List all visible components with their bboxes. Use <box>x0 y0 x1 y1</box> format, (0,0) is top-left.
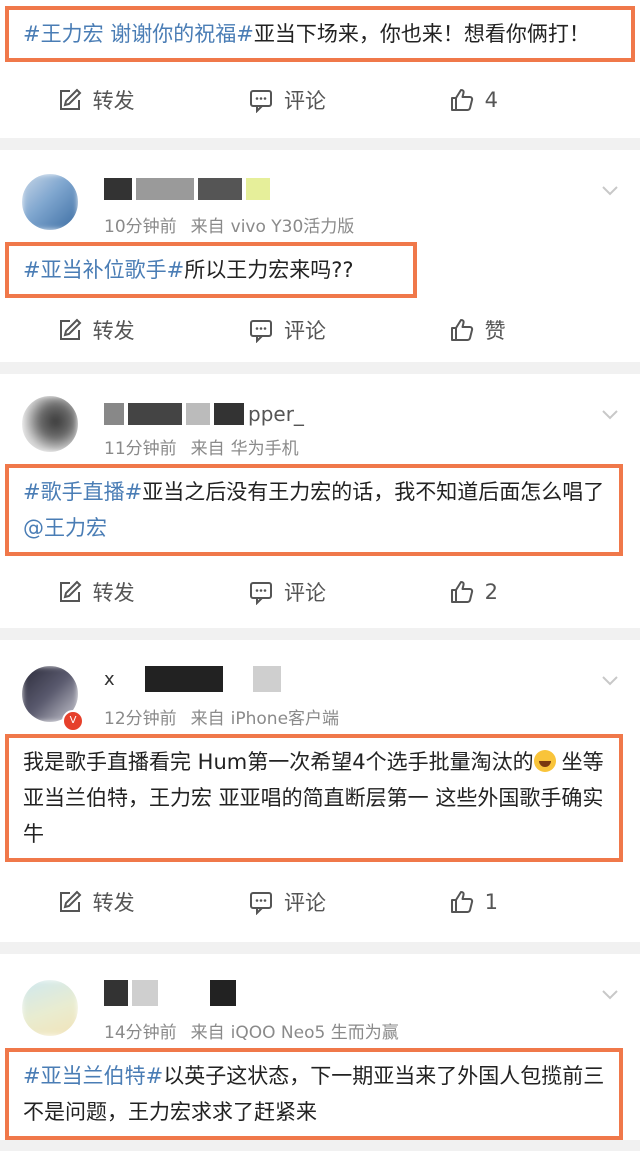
repost-button[interactable]: 转发 <box>0 577 191 607</box>
like-button[interactable]: 1 <box>383 889 640 915</box>
like-button[interactable]: 2 <box>383 579 640 605</box>
post-text: #歌手直播#亚当之后没有王力宏的话，我不知道后面怎么唱了 @王力宏 <box>5 464 623 556</box>
source-label: 来自 <box>190 1023 225 1043</box>
repost-label: 转发 <box>92 581 135 605</box>
verified-badge: V <box>62 710 84 732</box>
thumbs-up-icon <box>450 891 473 913</box>
like-label: 赞 <box>484 319 506 343</box>
comment-button[interactable]: 评论 <box>191 887 382 917</box>
repost-button[interactable]: 转发 <box>0 887 191 917</box>
action-bar: 转发 评论 1 <box>0 862 640 942</box>
thumbs-up-icon <box>450 89 473 111</box>
like-count: 4 <box>484 88 499 112</box>
avatar[interactable] <box>22 174 78 230</box>
source-label: 来自 <box>190 709 225 729</box>
comment-icon <box>249 90 272 113</box>
comment-label: 评论 <box>283 581 326 605</box>
post-body-text: 所以王力宏来吗?? <box>184 258 354 282</box>
thumbs-up-icon <box>450 581 473 603</box>
post-time: 14分钟前 <box>104 1023 177 1043</box>
post-body-text: 亚当下场来，你也来！想看你俩打！ <box>253 22 590 46</box>
avatar[interactable] <box>22 396 78 452</box>
comment-icon <box>249 582 272 605</box>
post-text: 我是歌手直播看完 Hum第一次希望4个选手批量淘汰的 坐等亚当兰伯特，王力宏 亚亚… <box>5 734 623 862</box>
comment-label: 评论 <box>283 319 326 343</box>
comment-icon <box>249 892 272 915</box>
username-fragment: pper_ <box>248 402 304 426</box>
username[interactable]: x <box>104 666 285 692</box>
comment-icon <box>249 320 272 343</box>
post-text: #亚当兰伯特#以英子这状态，下一期亚当来了外国人包揽前三不是问题，王力宏求求了赶… <box>5 1048 623 1140</box>
avatar[interactable] <box>22 980 78 1036</box>
chevron-down-icon[interactable] <box>600 670 620 690</box>
comment-button[interactable]: 评论 <box>191 85 382 115</box>
username-fragment: x <box>104 668 115 690</box>
comment-button[interactable]: 评论 <box>191 315 382 345</box>
hashtag-link[interactable]: #歌手直播# <box>23 480 142 504</box>
repost-label: 转发 <box>92 891 135 915</box>
feed: #王力宏 谢谢你的祝福#亚当下场来，你也来！想看你俩打！ 转发 评论 4 10分… <box>0 0 640 1140</box>
chevron-down-icon[interactable] <box>600 404 620 424</box>
post-time: 10分钟前 <box>104 217 177 237</box>
post-meta: 10分钟前 来自 vivo Y30活力版 <box>104 212 354 237</box>
post-meta: 11分钟前 来自 华为手机 <box>104 434 299 459</box>
chevron-down-icon[interactable] <box>600 984 620 1004</box>
post-card: 10分钟前 来自 vivo Y30活力版 #亚当补位歌手#所以王力宏来吗?? 转发 … <box>0 150 640 362</box>
repost-icon <box>59 318 82 340</box>
action-bar: 转发 评论 2 <box>0 556 640 628</box>
action-bar: 转发 评论 4 <box>0 62 640 138</box>
action-bar: 转发 评论 赞 <box>0 298 640 362</box>
post-card: V x 12分钟前 来自 iPhone客户端 我是歌手直播看完 Hum第一次希望4个… <box>0 640 640 942</box>
post-source: iQOO Neo5 生而为赢 <box>230 1023 399 1043</box>
repost-icon <box>59 580 82 602</box>
source-label: 来自 <box>190 439 225 459</box>
post-text: #王力宏 谢谢你的祝福#亚当下场来，你也来！想看你俩打！ <box>5 6 635 62</box>
post-card: pper_ 11分钟前 来自 华为手机 #歌手直播#亚当之后没有王力宏的话，我不知道… <box>0 374 640 628</box>
post-header: 14分钟前 来自 iQOO Neo5 生而为赢 <box>0 954 640 1048</box>
repost-button[interactable]: 转发 <box>0 315 191 345</box>
comment-label: 评论 <box>283 891 326 915</box>
hashtag-link[interactable]: #王力宏 谢谢你的祝福# <box>23 22 254 46</box>
post-header: pper_ 11分钟前 来自 华为手机 <box>0 374 640 464</box>
post-source: vivo Y30活力版 <box>230 217 355 237</box>
post-source: iPhone客户端 <box>230 709 340 729</box>
comment-button[interactable]: 评论 <box>191 577 382 607</box>
repost-icon <box>59 88 82 110</box>
post-header: 10分钟前 来自 vivo Y30活力版 <box>0 150 640 242</box>
repost-label: 转发 <box>92 89 135 113</box>
hashtag-link[interactable]: #亚当补位歌手# <box>23 258 184 282</box>
post-header: V x 12分钟前 来自 iPhone客户端 <box>0 640 640 734</box>
mention-link[interactable]: @王力宏 <box>23 516 107 540</box>
post-body-text: 我是歌手直播看完 Hum第一次希望4个选手批量淘汰的 <box>23 750 534 774</box>
post-card: 14分钟前 来自 iQOO Neo5 生而为赢 #亚当兰伯特#以英子这状态，下一期亚… <box>0 954 640 1140</box>
post-body-text: 亚当之后没有王力宏的话，我不知道后面怎么唱了 <box>142 480 605 504</box>
username[interactable] <box>104 980 240 1006</box>
chevron-down-icon[interactable] <box>600 180 620 200</box>
post-meta: 12分钟前 来自 iPhone客户端 <box>104 704 339 729</box>
post-time: 12分钟前 <box>104 709 177 729</box>
like-count: 2 <box>484 580 499 604</box>
like-count: 1 <box>484 890 499 914</box>
post-text: #亚当补位歌手#所以王力宏来吗?? <box>5 242 417 298</box>
repost-button[interactable]: 转发 <box>0 85 191 115</box>
username[interactable] <box>104 178 274 204</box>
repost-icon <box>59 890 82 912</box>
comment-label: 评论 <box>283 89 326 113</box>
repost-label: 转发 <box>92 319 135 343</box>
post-source: 华为手机 <box>230 439 299 459</box>
post-meta: 14分钟前 来自 iQOO Neo5 生而为赢 <box>104 1018 399 1043</box>
like-button[interactable]: 4 <box>383 87 640 113</box>
hashtag-link[interactable]: #亚当兰伯特# <box>23 1064 163 1088</box>
post-time: 11分钟前 <box>104 439 177 459</box>
thumbs-up-icon <box>450 319 473 341</box>
source-label: 来自 <box>190 217 225 237</box>
laughing-emoji-icon <box>533 750 556 772</box>
like-button[interactable]: 赞 <box>383 315 640 345</box>
post-card: #王力宏 谢谢你的祝福#亚当下场来，你也来！想看你俩打！ 转发 评论 4 <box>0 0 640 138</box>
username[interactable]: pper_ <box>104 402 304 428</box>
